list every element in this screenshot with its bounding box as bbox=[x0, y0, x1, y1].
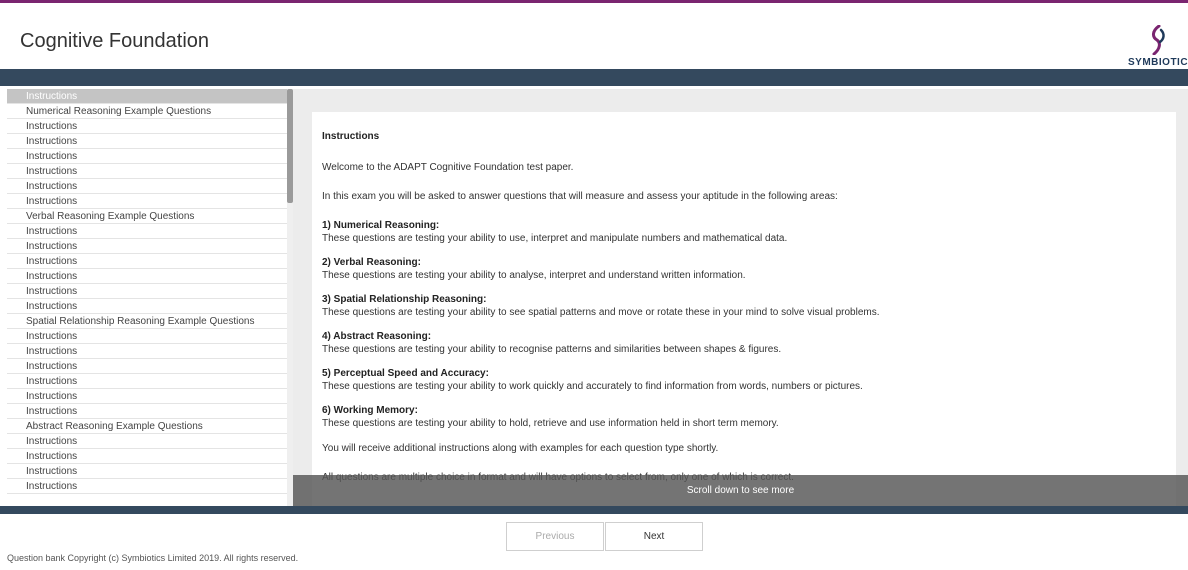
sidebar-item[interactable]: Instructions bbox=[7, 284, 287, 299]
bottom-bar bbox=[0, 506, 1188, 514]
sidebar-item[interactable]: Numerical Reasoning Example Questions bbox=[7, 104, 287, 119]
section-block: 1) Numerical Reasoning: These questions … bbox=[322, 219, 1162, 245]
intro-paragraph: Welcome to the ADAPT Cognitive Foundatio… bbox=[322, 162, 574, 173]
content-body: Instructions Welcome to the ADAPT Cognit… bbox=[322, 131, 1162, 500]
section-block: 5) Perceptual Speed and Accuracy: These … bbox=[322, 367, 1162, 393]
outro-paragraph: You will receive additional instructions… bbox=[322, 443, 719, 454]
sidebar-item[interactable]: Instructions bbox=[7, 464, 287, 479]
intro-paragraph: In this exam you will be asked to answer… bbox=[322, 191, 838, 202]
section-title: 3) Spatial Relationship Reasoning: bbox=[322, 294, 487, 305]
section-title: 6) Working Memory: bbox=[322, 405, 418, 416]
sidebar-item[interactable]: Instructions bbox=[7, 254, 287, 269]
section-title: 2) Verbal Reasoning: bbox=[322, 257, 421, 268]
content-heading: Instructions bbox=[322, 131, 380, 142]
header: Cognitive Foundation SYMBIOTICS bbox=[0, 3, 1188, 69]
symbiotics-logo: SYMBIOTICS bbox=[1126, 21, 1188, 71]
sidebar-item[interactable]: Abstract Reasoning Example Questions bbox=[7, 419, 287, 434]
sidebar-item[interactable]: Instructions bbox=[7, 224, 287, 239]
sidebar-item[interactable]: Instructions bbox=[7, 389, 287, 404]
content-area: Instructions Welcome to the ADAPT Cognit… bbox=[293, 89, 1188, 506]
sidebar-item[interactable]: Spatial Relationship Reasoning Example Q… bbox=[7, 314, 287, 329]
section-block: 2) Verbal Reasoning: These questions are… bbox=[322, 256, 1162, 282]
sidebar-item[interactable]: Instructions bbox=[7, 134, 287, 149]
sidebar-item[interactable]: Instructions bbox=[7, 374, 287, 389]
sidebar-item[interactable]: Instructions bbox=[7, 194, 287, 209]
section-block: 3) Spatial Relationship Reasoning: These… bbox=[322, 293, 1162, 319]
scroll-hint-banner[interactable]: Scroll down to see more bbox=[293, 475, 1188, 506]
sidebar-item[interactable]: Instructions bbox=[7, 149, 287, 164]
section-text: These questions are testing your ability… bbox=[322, 233, 788, 244]
sidebar-item[interactable]: Instructions bbox=[7, 479, 287, 494]
section-block: 6) Working Memory: These questions are t… bbox=[322, 404, 1162, 430]
section-title: 5) Perceptual Speed and Accuracy: bbox=[322, 368, 489, 379]
next-button[interactable]: Next bbox=[605, 522, 703, 551]
sidebar-list: Instructions Numerical Reasoning Example … bbox=[7, 89, 287, 494]
sidebar-item[interactable]: Instructions bbox=[7, 164, 287, 179]
content-panel: Instructions Welcome to the ADAPT Cognit… bbox=[312, 112, 1176, 506]
sidebar-item[interactable]: Instructions bbox=[7, 449, 287, 464]
sidebar-item[interactable]: Instructions bbox=[7, 434, 287, 449]
sidebar-item[interactable]: Instructions bbox=[7, 344, 287, 359]
symbiotics-logo-icon bbox=[1152, 25, 1165, 55]
section-text: These questions are testing your ability… bbox=[322, 418, 779, 429]
sidebar-item[interactable]: Instructions bbox=[7, 179, 287, 194]
section-text: These questions are testing your ability… bbox=[322, 381, 863, 392]
section-title: 1) Numerical Reasoning: bbox=[322, 220, 440, 231]
sidebar-item[interactable]: Instructions bbox=[7, 239, 287, 254]
section-text: These questions are testing your ability… bbox=[322, 270, 746, 281]
sidebar: Instructions Numerical Reasoning Example … bbox=[0, 89, 293, 506]
sidebar-item[interactable]: Instructions bbox=[7, 404, 287, 419]
sidebar-item[interactable]: Instructions bbox=[7, 359, 287, 374]
logo-text: SYMBIOTICS bbox=[1128, 57, 1188, 68]
nav-bar bbox=[0, 69, 1188, 86]
sidebar-item[interactable]: Instructions bbox=[7, 329, 287, 344]
footer-copyright: Question bank Copyright (c) Symbiotics L… bbox=[7, 553, 299, 563]
sidebar-item[interactable]: Instructions bbox=[7, 269, 287, 284]
sidebar-item[interactable]: Verbal Reasoning Example Questions bbox=[7, 209, 287, 224]
section-text: These questions are testing your ability… bbox=[322, 307, 880, 318]
section-text: These questions are testing your ability… bbox=[322, 344, 782, 355]
section-block: 4) Abstract Reasoning: These questions a… bbox=[322, 330, 1162, 356]
previous-button[interactable]: Previous bbox=[506, 522, 604, 551]
app-title: Cognitive Foundation bbox=[20, 30, 210, 52]
sidebar-item[interactable]: Instructions bbox=[7, 299, 287, 314]
sidebar-item[interactable]: Instructions bbox=[7, 119, 287, 134]
sidebar-item[interactable]: Instructions bbox=[7, 89, 287, 104]
section-title: 4) Abstract Reasoning: bbox=[322, 331, 432, 342]
